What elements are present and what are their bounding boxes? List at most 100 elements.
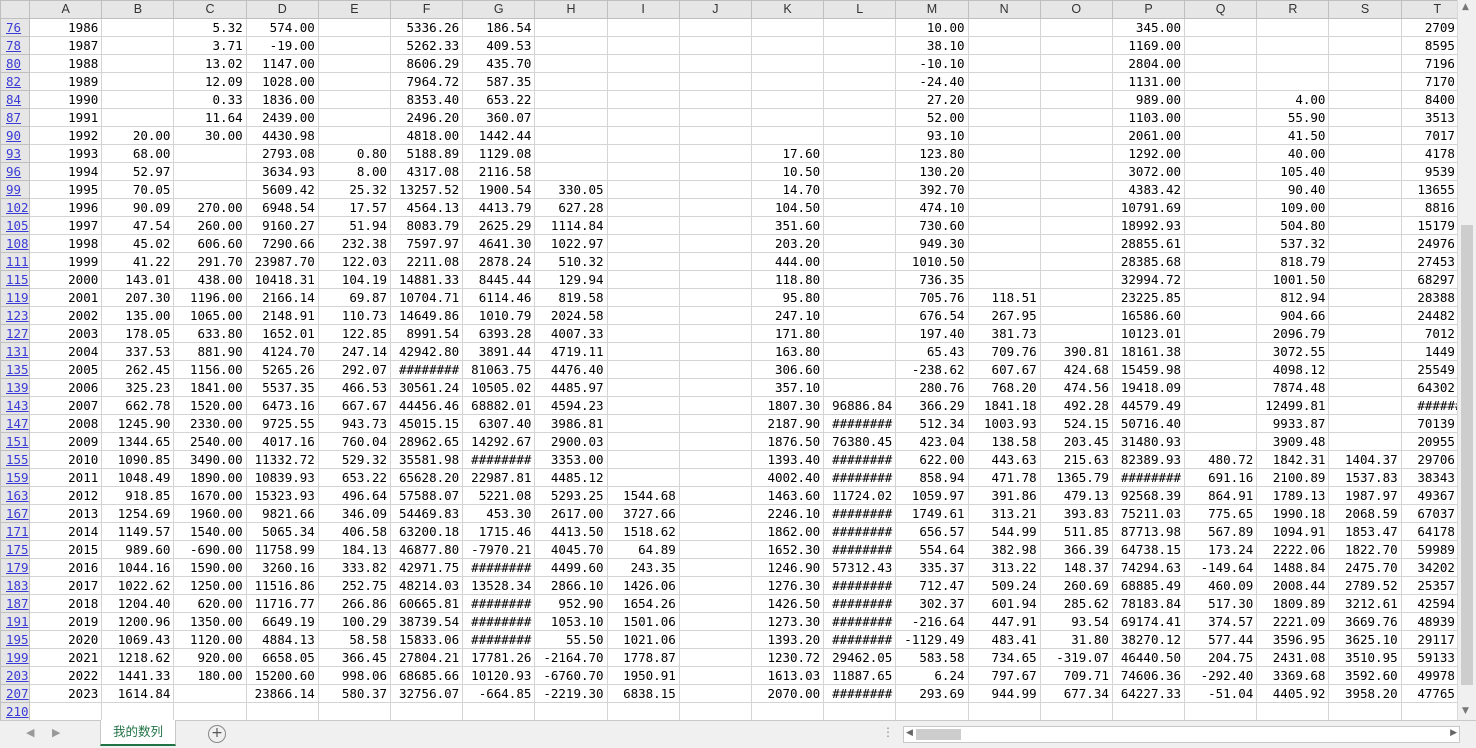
column-header[interactable]: M	[895, 0, 969, 19]
table-cell[interactable]	[678, 468, 752, 487]
table-cell[interactable]: 391.86	[967, 486, 1041, 505]
table-cell[interactable]: 104.50	[750, 198, 825, 217]
table-cell[interactable]: 1022.97	[534, 234, 608, 253]
table-cell[interactable]: ########	[823, 540, 897, 559]
table-cell[interactable]: 2018	[29, 594, 103, 613]
table-cell[interactable]	[606, 180, 680, 199]
table-cell[interactable]: 29117.3	[1400, 630, 1458, 649]
table-cell[interactable]: 148.37	[1039, 558, 1113, 577]
table-cell[interactable]	[534, 108, 608, 127]
table-cell[interactable]: 4124.70	[245, 342, 319, 361]
table-cell[interactable]: 3353.00	[534, 450, 608, 469]
table-cell[interactable]: 64738.15	[1111, 540, 1186, 559]
table-cell[interactable]: 1059.97	[895, 486, 969, 505]
table-cell[interactable]: 4818.00	[390, 126, 464, 145]
table-cell[interactable]: 3634.93	[245, 162, 319, 181]
row-header[interactable]: 183	[0, 576, 31, 595]
table-cell[interactable]: 1836.00	[245, 90, 319, 109]
table-cell[interactable]: 2439.00	[245, 108, 319, 127]
table-cell[interactable]	[173, 162, 247, 181]
table-cell[interactable]: 2900.03	[534, 432, 608, 451]
table-cell[interactable]: 4413.79	[462, 198, 536, 217]
table-cell[interactable]: 25.32	[317, 180, 392, 199]
table-cell[interactable]: 1995	[29, 180, 103, 199]
table-cell[interactable]: 2021	[29, 648, 103, 667]
table-cell[interactable]: 38.10	[895, 36, 969, 55]
table-cell[interactable]: 1292.00	[1111, 144, 1186, 163]
table-cell[interactable]: 1501.06	[606, 612, 680, 631]
table-cell[interactable]: 90.09	[101, 198, 175, 217]
table-cell[interactable]: 10.50	[750, 162, 825, 181]
table-cell[interactable]	[173, 144, 247, 163]
table-cell[interactable]: 68885.49	[1111, 576, 1186, 595]
table-cell[interactable]: 4045.70	[534, 540, 608, 559]
table-cell[interactable]	[1039, 198, 1113, 217]
table-cell[interactable]	[1184, 360, 1258, 379]
table-cell[interactable]	[678, 126, 752, 145]
table-cell[interactable]: 1900.54	[462, 180, 536, 199]
table-cell[interactable]: 70.05	[101, 180, 175, 199]
table-cell[interactable]: 70139.5	[1400, 414, 1458, 433]
table-cell[interactable]	[606, 468, 680, 487]
table-cell[interactable]: 1114.84	[534, 216, 608, 235]
table-cell[interactable]	[678, 90, 752, 109]
table-cell[interactable]: 186.54	[462, 18, 536, 37]
table-cell[interactable]: 736.35	[895, 270, 969, 289]
table-cell[interactable]: 6307.40	[462, 414, 536, 433]
row-header[interactable]: 147	[0, 414, 31, 433]
table-cell[interactable]	[534, 144, 608, 163]
table-cell[interactable]	[1039, 18, 1113, 37]
table-cell[interactable]: 496.64	[317, 486, 392, 505]
table-cell[interactable]: 1544.68	[606, 486, 680, 505]
table-cell[interactable]: 366.39	[1039, 540, 1113, 559]
table-cell[interactable]	[678, 36, 752, 55]
table-cell[interactable]: 28855.61	[1111, 234, 1186, 253]
table-cell[interactable]: 78183.84	[1111, 594, 1186, 613]
table-cell[interactable]: 23987.70	[245, 252, 319, 271]
table-cell[interactable]: 952.90	[534, 594, 608, 613]
table-cell[interactable]: 1200.96	[101, 612, 175, 631]
table-cell[interactable]	[1039, 306, 1113, 325]
table-cell[interactable]: 2866.10	[534, 576, 608, 595]
table-cell[interactable]: 57312.43	[823, 558, 897, 577]
row-header[interactable]: 187	[0, 594, 31, 613]
table-cell[interactable]: 2625.29	[462, 216, 536, 235]
row-header[interactable]: 207	[0, 684, 31, 703]
table-cell[interactable]: 858.94	[895, 468, 969, 487]
table-cell[interactable]	[606, 36, 680, 55]
table-cell[interactable]	[678, 432, 752, 451]
table-cell[interactable]	[823, 126, 897, 145]
table-cell[interactable]: 2010	[29, 450, 103, 469]
table-cell[interactable]: ########	[823, 414, 897, 433]
table-cell[interactable]: 6649.19	[245, 612, 319, 631]
table-cell[interactable]	[1328, 180, 1402, 199]
table-cell[interactable]: 49978.0	[1400, 666, 1458, 685]
table-cell[interactable]: 1988	[29, 54, 103, 73]
table-cell[interactable]	[1328, 702, 1402, 720]
row-header[interactable]: 87	[0, 108, 31, 127]
table-cell[interactable]	[1184, 36, 1258, 55]
table-cell[interactable]: 40.00	[1256, 144, 1330, 163]
table-cell[interactable]: 3909.48	[1256, 432, 1330, 451]
table-cell[interactable]	[967, 234, 1041, 253]
table-cell[interactable]: 25357.7	[1400, 576, 1458, 595]
table-cell[interactable]: 15179.3	[1400, 216, 1458, 235]
row-header[interactable]: 210	[0, 702, 31, 720]
data-table[interactable]: ABCDEFGHIJKLMNOPQRST 76 1986 5.32 574.00 533…	[0, 0, 1458, 720]
table-cell[interactable]	[606, 108, 680, 127]
table-cell[interactable]: 55.90	[1256, 108, 1330, 127]
row-header[interactable]: 131	[0, 342, 31, 361]
table-cell[interactable]: 1987.97	[1328, 486, 1402, 505]
table-cell[interactable]	[967, 252, 1041, 271]
table-cell[interactable]: 64302.7	[1400, 378, 1458, 397]
table-cell[interactable]: -24.40	[895, 72, 969, 91]
table-cell[interactable]: 2804.00	[1111, 54, 1186, 73]
table-cell[interactable]: 760.04	[317, 432, 392, 451]
table-cell[interactable]: 4564.13	[390, 198, 464, 217]
table-cell[interactable]: 2617.00	[534, 504, 608, 523]
table-cell[interactable]: -2164.70	[534, 648, 608, 667]
table-cell[interactable]: 18992.93	[1111, 216, 1186, 235]
table-cell[interactable]: 1960.00	[173, 504, 247, 523]
table-cell[interactable]: 17.57	[317, 198, 392, 217]
table-cell[interactable]: 5537.35	[245, 378, 319, 397]
